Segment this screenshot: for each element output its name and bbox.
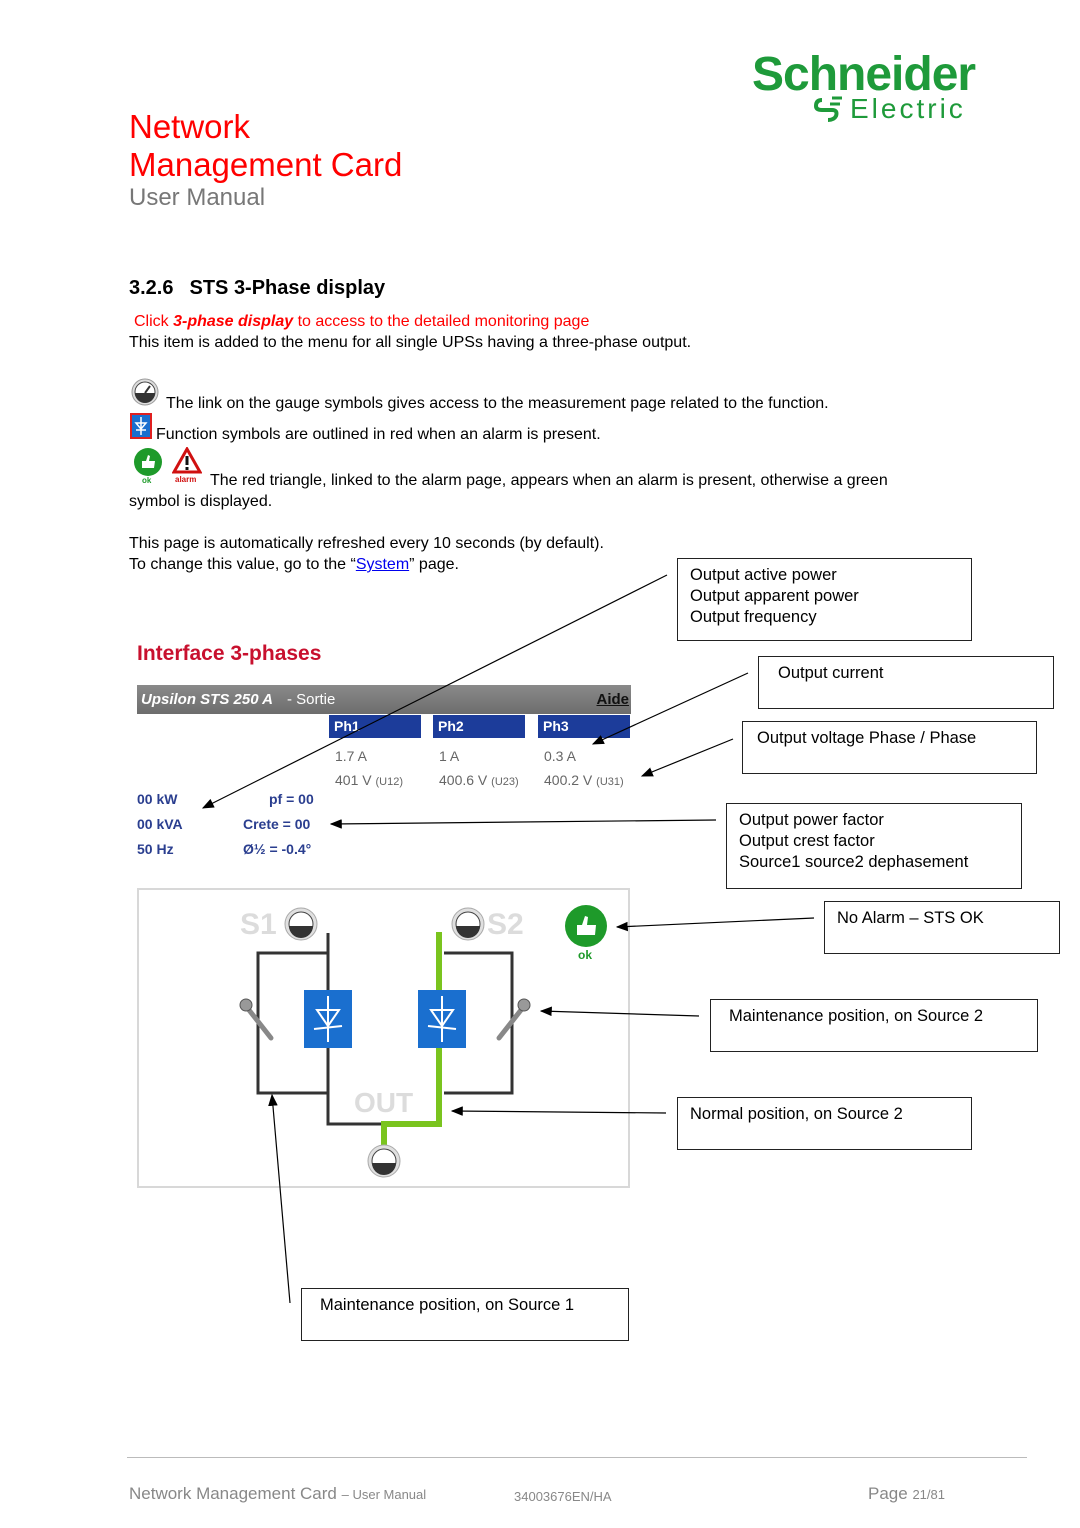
crest-factor[interactable]: Crete = 00: [243, 816, 310, 832]
source2-gauge-icon[interactable]: [451, 907, 485, 941]
ph2-voltage: 400.6 V (U23): [439, 772, 519, 790]
schneider-logo-subtext: Electric: [850, 93, 966, 124]
callout-power: Output active power Output apparent powe…: [677, 558, 972, 641]
arrow-factors: [329, 819, 717, 829]
arrow-voltage: [640, 738, 734, 777]
callout-power-line2: Output apparent power: [690, 587, 859, 605]
instruction-suffix: to access to the detailed monitoring pag…: [293, 313, 590, 330]
footer-page-label: Page: [868, 1484, 908, 1503]
refresh-note: This page is automatically refreshed eve…: [129, 535, 604, 552]
device-name: Upsilon STS 250 A: [141, 691, 273, 708]
gauge-note: The link on the gauge symbols gives acce…: [166, 395, 829, 412]
footer-page: Page 21/81: [868, 1484, 945, 1505]
phase-header-ph2: Ph2: [433, 715, 525, 738]
change-prefix: To change this value, go to the “: [129, 556, 356, 573]
schneider-logo-mark-icon: [813, 96, 842, 122]
ph3-voltage-value: 400.2 V: [544, 772, 593, 788]
callout-current: Output current: [758, 656, 1054, 709]
status-ok-label: ok: [578, 948, 592, 962]
footer-doc-title: Network Management Card – User Manual: [129, 1484, 426, 1505]
section-heading: 3.2.6 STS 3-Phase display: [129, 276, 385, 300]
ph2-voltage-value: 400.6 V: [439, 772, 488, 788]
source2-label: S2: [487, 908, 524, 941]
callout-factors-line2: Output crest factor: [739, 832, 875, 850]
callout-maint-s1: Maintenance position, on Source 1: [301, 1288, 629, 1341]
phase-header-ph3: Ph3: [538, 715, 630, 738]
ok-label: ok: [142, 476, 152, 485]
callout-normal-s2: Normal position, on Source 2: [677, 1097, 972, 1150]
phase-header-ph1: Ph1: [329, 715, 421, 738]
callout-factors: Output power factor Output crest factor …: [726, 803, 1022, 889]
change-note: To change this value, go to the “System”…: [129, 554, 459, 575]
phase-shift[interactable]: Ø½ = -0.4°: [243, 841, 311, 857]
source1-gauge-icon[interactable]: [284, 907, 318, 941]
footer-divider: [127, 1457, 1027, 1458]
ph3-voltage: 400.2 V (U31): [544, 772, 624, 790]
callout-no-alarm: No Alarm – STS OK: [824, 901, 1060, 954]
alarm-triangle-icon: [172, 447, 202, 474]
alarm-note-line1: The red triangle, linked to the alarm pa…: [210, 472, 888, 489]
ok-thumbs-up-icon: [134, 448, 162, 476]
ph1-voltage-ref: (U12): [375, 776, 403, 788]
gauge-icon: [131, 378, 159, 406]
callout-factors-line1: Output power factor: [739, 811, 884, 829]
interface-title: Interface 3-phases: [137, 642, 322, 665]
section-number: 3.2.6: [129, 277, 174, 299]
apparent-power[interactable]: 00 kVA: [137, 816, 183, 832]
ph1-current: 1.7 A: [335, 748, 367, 764]
instruction-prefix: Click: [134, 313, 174, 330]
ph2-current: 1 A: [439, 748, 460, 764]
instruction-link[interactable]: 3-phase display: [173, 313, 293, 330]
help-link[interactable]: Aide: [596, 685, 629, 714]
ph2-voltage-ref: (U23): [491, 776, 519, 788]
device-header-bar: Upsilon STS 250 A - Sortie Aide: [137, 685, 631, 714]
source1-label: S1: [240, 908, 277, 941]
sts-diagram: S1 S2 OUT ok: [239, 905, 607, 1178]
source1-static-switch-icon[interactable]: [304, 990, 352, 1048]
instruction-text: Click 3-phase display to access to the d…: [134, 311, 589, 332]
footer-title: Network Management Card: [129, 1484, 337, 1503]
footer-subtitle: – User Manual: [341, 1487, 427, 1502]
callout-power-line1: Output active power: [690, 566, 837, 584]
frequency[interactable]: 50 Hz: [137, 841, 174, 857]
system-link[interactable]: System: [356, 556, 409, 573]
ph1-voltage-value: 401 V: [335, 772, 372, 788]
ph3-voltage-ref: (U31): [596, 776, 624, 788]
callout-voltage: Output voltage Phase / Phase: [742, 721, 1037, 774]
ph1-voltage: 401 V (U12): [335, 772, 403, 790]
ph3-current: 0.3 A: [544, 748, 576, 764]
alarm-note-line2: symbol is displayed.: [129, 493, 273, 510]
output-gauge-icon[interactable]: [367, 1144, 401, 1178]
output-label: OUT: [354, 1087, 413, 1118]
callout-maint-s2: Maintenance position, on Source 2: [710, 999, 1038, 1052]
doc-title-line1: Network: [129, 108, 251, 145]
status-ok-icon[interactable]: [565, 905, 607, 947]
function-note: Function symbols are outlined in red whe…: [156, 426, 601, 443]
change-suffix: ” page.: [409, 556, 459, 573]
power-factor[interactable]: pf = 00: [269, 791, 314, 807]
active-power[interactable]: 00 kW: [137, 791, 177, 807]
source2-maintenance-wrench-icon[interactable]: [496, 998, 531, 1041]
callout-power-line3: Output frequency: [690, 608, 817, 626]
function-switch-icon: [130, 413, 152, 439]
intro-text: This item is added to the menu for all s…: [129, 334, 692, 351]
footer-page-number: 21/81: [912, 1487, 945, 1502]
arrow-no-alarm: [615, 917, 815, 932]
footer-doc-ref: 34003676EN/HA: [514, 1489, 612, 1504]
page-name: - Sortie: [286, 691, 336, 708]
alarm-label: alarm: [175, 475, 197, 484]
section-title: STS 3-Phase display: [189, 277, 386, 299]
doc-title-line2: Management Card: [129, 146, 403, 183]
doc-subtitle: User Manual: [129, 184, 266, 211]
source2-static-switch-icon[interactable]: [418, 990, 466, 1048]
callout-factors-line3: Source1 source2 dephasement: [739, 853, 969, 871]
source1-maintenance-wrench-icon[interactable]: [239, 998, 274, 1041]
